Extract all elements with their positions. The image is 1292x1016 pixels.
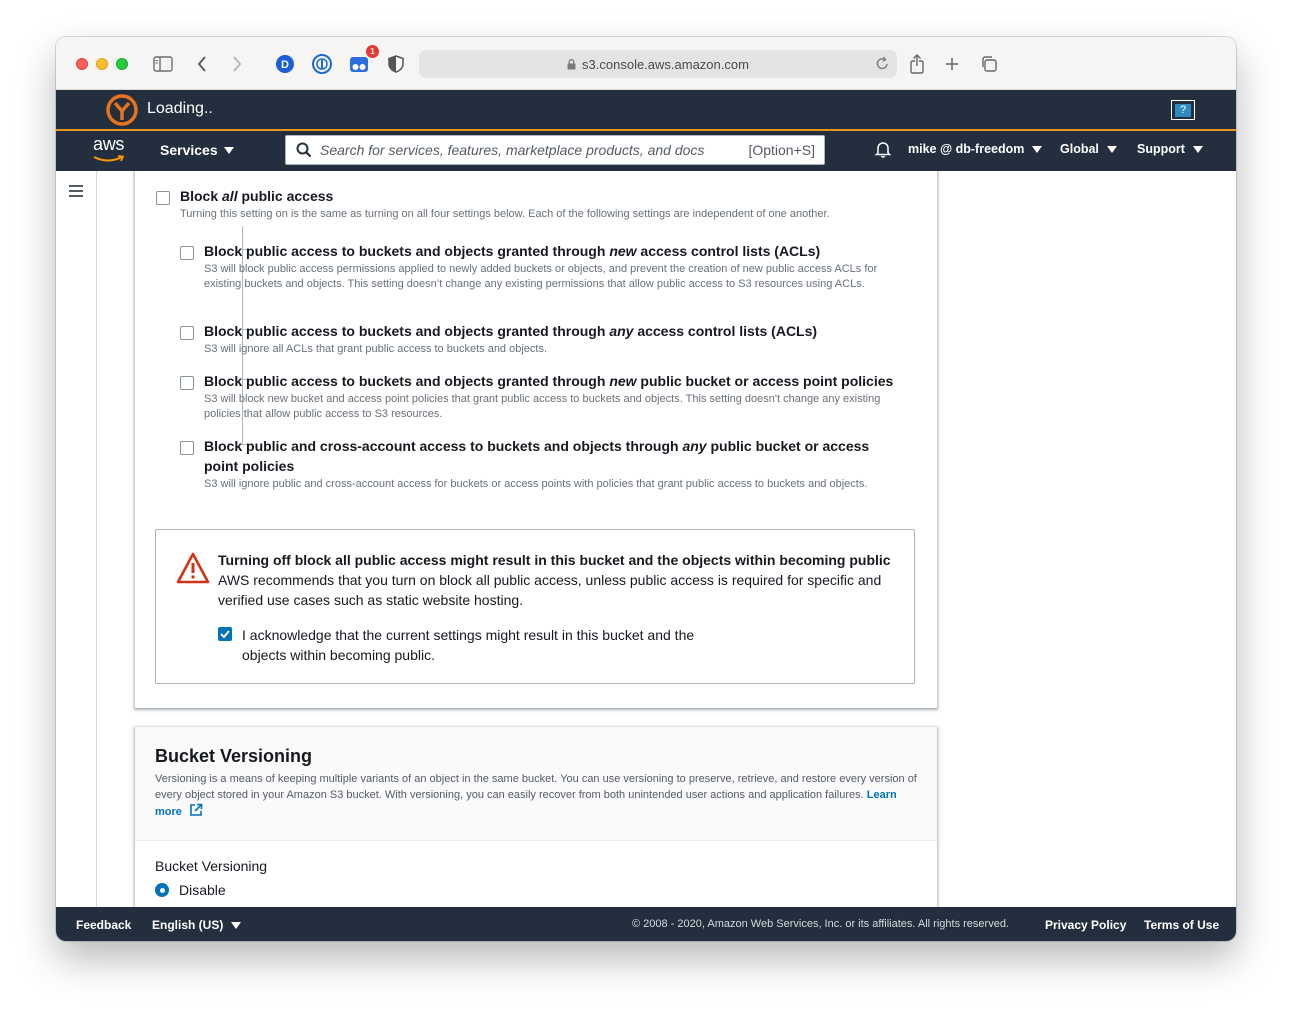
acknowledge-checkbox[interactable] bbox=[218, 627, 232, 641]
option-title: Block public access to buckets and objec… bbox=[204, 373, 894, 389]
tab-overview-icon[interactable] bbox=[978, 53, 1000, 75]
option-description: S3 will block new bucket and access poin… bbox=[204, 393, 881, 420]
extension-apps-icon[interactable]: 1 bbox=[348, 45, 379, 75]
loading-logo-icon bbox=[106, 94, 138, 131]
bucket-versioning-panel: Bucket Versioning Versioning is a means … bbox=[135, 727, 937, 907]
option-title: Block public access to buckets and objec… bbox=[204, 323, 818, 339]
option-description: S3 will block public access permissions … bbox=[204, 263, 878, 290]
share-icon[interactable] bbox=[906, 53, 928, 75]
side-nav bbox=[56, 171, 97, 907]
account-label: mike @ db-freedom bbox=[908, 142, 1025, 156]
services-menu[interactable]: Services bbox=[160, 142, 234, 158]
terms-of-use-link[interactable]: Terms of Use bbox=[1144, 918, 1219, 932]
password-manager-icon[interactable] bbox=[311, 53, 333, 75]
check-icon bbox=[220, 630, 230, 638]
zoom-window-button[interactable] bbox=[116, 58, 128, 70]
disable-radio-label: Disable bbox=[179, 882, 226, 898]
notifications-bell-icon[interactable] bbox=[874, 140, 892, 163]
extension-d-icon[interactable]: D bbox=[274, 53, 296, 75]
option-title: Block public and cross-account access to… bbox=[204, 438, 870, 474]
warning-icon bbox=[176, 552, 210, 589]
address-bar[interactable]: s3.console.aws.amazon.com bbox=[419, 50, 897, 78]
warning-title: Turning off block all public access migh… bbox=[218, 552, 891, 568]
main-area: Block all public access Turning this set… bbox=[56, 171, 1236, 907]
block-new-policies-checkbox[interactable] bbox=[180, 376, 194, 390]
new-tab-icon[interactable] bbox=[941, 53, 963, 75]
menu-icon[interactable] bbox=[69, 185, 83, 200]
sidebar-toggle-icon[interactable] bbox=[152, 53, 174, 75]
block-all-description: Turning this setting on is the same as t… bbox=[180, 208, 830, 220]
close-window-button[interactable] bbox=[76, 58, 88, 70]
language-selector[interactable]: English (US) bbox=[152, 918, 242, 932]
copyright-text: © 2008 - 2020, Amazon Web Services, Inc.… bbox=[632, 918, 1009, 930]
block-any-acls-checkbox[interactable] bbox=[180, 326, 194, 340]
block-cross-account-checkbox[interactable] bbox=[180, 441, 194, 455]
caret-down-icon bbox=[1032, 145, 1043, 153]
option-title: Block public access to buckets and objec… bbox=[204, 243, 821, 259]
caret-down-icon bbox=[223, 146, 234, 154]
console-footer: Feedback English (US) © 2008 - 2020, Ama… bbox=[56, 907, 1236, 941]
browser-window: D 1 s3.console.aws.amazon.com Loading.. … bbox=[56, 37, 1236, 941]
search-placeholder: Search for services, features, marketpla… bbox=[320, 142, 705, 158]
aws-top-nav: aws Services Search for services, featur… bbox=[56, 129, 1236, 171]
search-icon bbox=[296, 142, 312, 163]
support-menu[interactable]: Support bbox=[1137, 142, 1203, 156]
loading-status: Loading.. bbox=[147, 100, 213, 117]
option-description: S3 will ignore all ACLs that grant publi… bbox=[204, 343, 548, 355]
services-label: Services bbox=[160, 142, 218, 158]
aws-logo-text: aws bbox=[93, 134, 125, 154]
minimize-window-button[interactable] bbox=[96, 58, 108, 70]
block-new-acls-checkbox[interactable] bbox=[180, 246, 194, 260]
global-search-input[interactable]: Search for services, features, marketpla… bbox=[285, 135, 825, 165]
feedback-button[interactable]: Feedback bbox=[76, 918, 131, 932]
extension-header: Loading.. ? bbox=[56, 90, 1236, 129]
caret-down-icon bbox=[1106, 145, 1117, 153]
block-all-title: Block all public access bbox=[180, 188, 334, 204]
region-menu[interactable]: Global bbox=[1060, 142, 1117, 156]
shield-icon[interactable] bbox=[385, 53, 407, 75]
notification-badge: 1 bbox=[366, 45, 379, 58]
public-access-warning: Turning off block all public access migh… bbox=[155, 529, 915, 684]
help-icon[interactable]: ? bbox=[1171, 100, 1195, 120]
support-label: Support bbox=[1137, 142, 1185, 156]
forward-arrow-icon[interactable] bbox=[226, 53, 248, 75]
lock-icon bbox=[567, 58, 576, 70]
caret-down-icon bbox=[1192, 145, 1203, 153]
option-description: S3 will ignore public and cross-account … bbox=[204, 478, 868, 490]
block-public-access-panel: Block all public access Turning this set… bbox=[135, 171, 937, 708]
bucket-versioning-title: Bucket Versioning bbox=[155, 746, 313, 766]
back-arrow-icon[interactable] bbox=[191, 53, 213, 75]
account-menu[interactable]: mike @ db-freedom bbox=[908, 142, 1043, 156]
browser-toolbar: D 1 s3.console.aws.amazon.com bbox=[56, 37, 1236, 90]
privacy-policy-link[interactable]: Privacy Policy bbox=[1045, 918, 1126, 932]
bucket-versioning-field-label: Bucket Versioning bbox=[155, 858, 268, 874]
svg-text:D: D bbox=[281, 59, 289, 71]
caret-down-icon bbox=[231, 921, 242, 929]
region-label: Global bbox=[1060, 142, 1099, 156]
acknowledge-label: I acknowledge that the current settings … bbox=[242, 627, 695, 663]
bucket-versioning-description: Versioning is a means of keeping multipl… bbox=[155, 772, 925, 823]
block-all-public-access-checkbox[interactable] bbox=[156, 191, 170, 205]
reload-icon[interactable] bbox=[876, 56, 889, 73]
external-link-icon bbox=[189, 803, 203, 823]
aws-logo[interactable]: aws bbox=[93, 134, 125, 162]
disable-radio[interactable] bbox=[155, 883, 169, 897]
warning-text: AWS recommends that you turn on block al… bbox=[218, 572, 882, 608]
url-text: s3.console.aws.amazon.com bbox=[582, 56, 749, 72]
aws-smile-icon bbox=[93, 155, 125, 162]
search-shortcut: [Option+S] bbox=[748, 142, 815, 158]
